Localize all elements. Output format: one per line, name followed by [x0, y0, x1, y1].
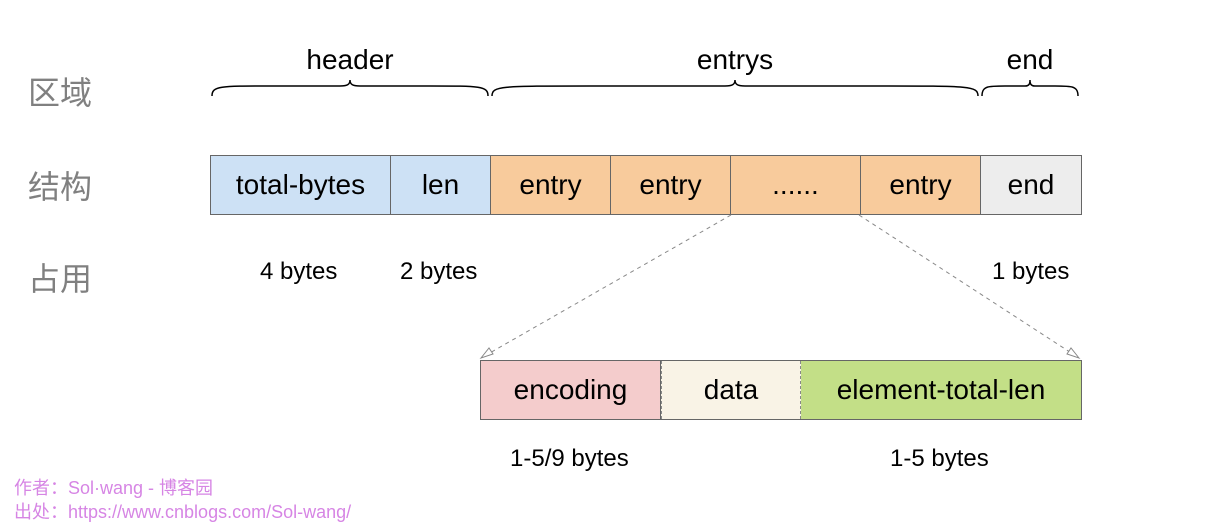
region-end-title: end: [980, 44, 1080, 76]
label-structure: 结构: [28, 162, 92, 208]
watermark-source-label: 出处：: [14, 502, 68, 522]
structure-row: total-bytes len entry entry ...... entry…: [210, 155, 1082, 215]
region-end: end: [980, 44, 1080, 103]
region-entrys: entrys: [490, 44, 980, 103]
cell-entry: entry: [861, 156, 981, 214]
label-region: 区域: [28, 68, 92, 114]
cell-encoding: encoding: [481, 361, 661, 419]
watermark-author: 作者：Sol·wang - 博客园: [14, 474, 213, 500]
cell-data: data: [661, 361, 801, 419]
cell-ellipsis: ......: [731, 156, 861, 214]
cell-element-total-len: element-total-len: [801, 361, 1081, 419]
cell-entry: entry: [491, 156, 611, 214]
size-element-total-len: 1-5 bytes: [890, 445, 989, 473]
cell-entry: entry: [611, 156, 731, 214]
cell-end: end: [981, 156, 1081, 214]
entry-detail-row: encoding data element-total-len: [480, 360, 1082, 420]
brace-icon: [980, 78, 1080, 98]
brace-icon: [490, 78, 980, 98]
watermark-author-label: 作者：: [14, 478, 68, 498]
size-len: 2 bytes: [400, 258, 477, 286]
region-header: header: [210, 44, 490, 103]
cell-total-bytes: total-bytes: [211, 156, 391, 214]
brace-icon: [210, 78, 490, 98]
watermark-author-name: Sol·wang - 博客园: [68, 478, 213, 498]
size-encoding: 1-5/9 bytes: [510, 445, 629, 473]
size-end: 1 bytes: [992, 258, 1069, 286]
watermark-source: 出处：https://www.cnblogs.com/Sol-wang/: [14, 498, 351, 524]
label-usage: 占用: [28, 254, 92, 300]
region-header-title: header: [210, 44, 490, 76]
size-total-bytes: 4 bytes: [260, 258, 337, 286]
region-entrys-title: entrys: [490, 44, 980, 76]
watermark-source-url: https://www.cnblogs.com/Sol-wang/: [68, 502, 351, 522]
cell-len: len: [391, 156, 491, 214]
